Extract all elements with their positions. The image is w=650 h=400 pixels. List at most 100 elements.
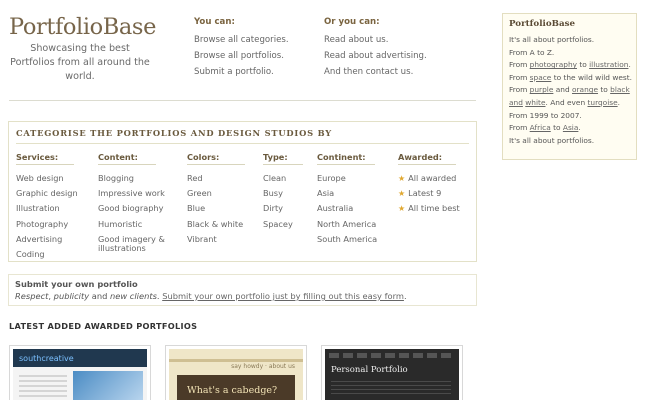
category-link[interactable]: Graphic design bbox=[16, 186, 78, 201]
category-link[interactable]: Good imagery & illustrations bbox=[98, 234, 170, 254]
thumb-text: creative bbox=[41, 354, 74, 363]
category-link[interactable]: Blogging bbox=[98, 171, 170, 186]
category-link[interactable]: Blue bbox=[187, 201, 245, 216]
thumb-text: south bbox=[19, 354, 42, 363]
category-link[interactable]: Black & white bbox=[187, 217, 245, 232]
nav-or-you-can: Or you can: Read about us. Read about ad… bbox=[324, 17, 427, 83]
category-link[interactable]: Spacey bbox=[263, 217, 303, 232]
category-content: Content: Blogging Impressive work Good b… bbox=[98, 152, 170, 254]
category-heading: Awarded: bbox=[398, 152, 456, 165]
sidebar-text: From bbox=[509, 85, 530, 95]
nav-link-advertising[interactable]: Read about advertising. bbox=[324, 51, 427, 67]
latest-portfolios-heading: Latest added awarded portfolios bbox=[9, 321, 198, 331]
submit-form-link[interactable]: Submit your own portfolio just by fillin… bbox=[162, 291, 404, 301]
sidebar-link[interactable]: Asia bbox=[563, 123, 579, 132]
category-link-latest[interactable]: ★ Latest 9 bbox=[398, 186, 460, 201]
sidebar-text: to bbox=[577, 60, 590, 70]
category-link[interactable]: Illustration bbox=[16, 201, 78, 216]
thumb-nav: say howdy · about us bbox=[231, 363, 295, 370]
logo-tagline: Showcasing the best Portfolios from all … bbox=[10, 43, 150, 82]
category-link-label: All awarded bbox=[408, 173, 457, 183]
sidebar-text: From bbox=[509, 60, 530, 70]
category-link[interactable]: Vibrant bbox=[187, 232, 245, 247]
sidebar-text: From bbox=[509, 123, 530, 133]
sidebar-link[interactable]: turqoise bbox=[587, 98, 617, 107]
sidebar-link[interactable]: Africa bbox=[530, 123, 551, 132]
category-link[interactable]: South America bbox=[317, 232, 377, 247]
sidebar-link[interactable]: photography bbox=[530, 60, 577, 69]
category-link[interactable]: Clean bbox=[263, 171, 303, 186]
category-link[interactable]: Europe bbox=[317, 171, 377, 186]
sidebar-title: PortfolioBase bbox=[509, 19, 576, 29]
sidebar-text: to the wild wild west. bbox=[551, 72, 633, 82]
category-type: Type: Clean Busy Dirty Spacey bbox=[263, 152, 303, 232]
thumb-hero: What's a cabedge? bbox=[177, 375, 295, 400]
nav-link-about[interactable]: Read about us. bbox=[324, 35, 427, 51]
sidebar-link[interactable]: orange bbox=[572, 85, 598, 94]
sidebar-text: From bbox=[509, 72, 530, 82]
sidebar-text: and bbox=[553, 85, 572, 95]
sidebar-link[interactable]: white bbox=[525, 98, 545, 107]
category-link-label: All time best bbox=[408, 203, 460, 214]
site-logo[interactable]: PortfolioBase Showcasing the best Portfo… bbox=[9, 14, 156, 84]
star-icon: ★ bbox=[398, 174, 406, 183]
sidebar-link[interactable]: space bbox=[530, 73, 552, 82]
category-colors: Colors: Red Green Blue Black & white Vib… bbox=[187, 152, 245, 247]
logo-title[interactable]: PortfolioBase bbox=[9, 14, 156, 40]
sidebar-link[interactable]: illustration bbox=[589, 60, 628, 69]
category-link[interactable]: North America bbox=[317, 217, 377, 232]
thumbnail-image: say howdy · about us What's a cabedge? bbox=[169, 349, 303, 400]
category-heading: Continent: bbox=[317, 152, 375, 165]
category-link[interactable]: Photography bbox=[16, 217, 78, 232]
sidebar-text: . bbox=[578, 123, 581, 133]
sidebar-link[interactable]: black bbox=[610, 85, 630, 94]
submit-title: Submit your own portfolio bbox=[15, 279, 138, 289]
star-icon: ★ bbox=[398, 189, 406, 199]
submit-text: new clients bbox=[110, 291, 157, 301]
category-link[interactable]: Red bbox=[187, 171, 245, 186]
category-link[interactable]: Australia bbox=[317, 201, 377, 216]
category-heading: Services: bbox=[16, 152, 74, 165]
thumb-title: Personal Portfolio bbox=[331, 365, 408, 375]
category-continent: Continent: Europe Asia Australia North A… bbox=[317, 152, 377, 247]
submit-text: . bbox=[403, 291, 407, 301]
nav-heading: Or you can: bbox=[324, 17, 380, 27]
category-link-awarded[interactable]: ★ All awarded bbox=[398, 171, 460, 186]
sidebar-text: . bbox=[617, 97, 620, 107]
category-link[interactable]: Busy bbox=[263, 186, 303, 201]
portfolio-thumbnail[interactable]: say howdy · about us What's a cabedge? bbox=[165, 345, 307, 400]
sidebar-link[interactable]: and bbox=[509, 98, 523, 107]
category-link[interactable]: Advertising bbox=[16, 232, 78, 247]
submit-text: and bbox=[89, 291, 110, 301]
submit-portfolio-box: Submit your own portfolio Respect, publi… bbox=[8, 274, 477, 306]
category-link[interactable]: Dirty bbox=[263, 201, 303, 216]
nav-link-submit-portfolio[interactable]: Submit a portfolio. bbox=[194, 67, 289, 83]
nav-link-contact[interactable]: And then contact us. bbox=[324, 67, 427, 83]
nav-link-browse-categories[interactable]: Browse all categories. bbox=[194, 35, 289, 51]
category-services: Services: Web design Graphic design Illu… bbox=[16, 152, 78, 262]
category-link[interactable]: Green bbox=[187, 186, 245, 201]
categorise-title: Categorise the portfolios and design stu… bbox=[16, 128, 332, 138]
sidebar-line: and white. And even turqoise. bbox=[509, 97, 630, 110]
sidebar-link[interactable]: purple bbox=[530, 85, 554, 94]
portfolio-thumbnail[interactable]: Personal Portfolio bbox=[321, 345, 463, 400]
star-icon: ★ bbox=[398, 204, 406, 214]
submit-text: Respect bbox=[15, 291, 49, 301]
thumbnail-image: southcreative bbox=[13, 349, 147, 400]
nav-link-browse-portfolios[interactable]: Browse all portfolios. bbox=[194, 51, 289, 67]
sidebar-line: It's all about portfolios. bbox=[509, 35, 595, 44]
sidebar-text: . And even bbox=[545, 97, 588, 107]
thumb-screenshot bbox=[73, 371, 143, 400]
sidebar-line: From A to Z. bbox=[509, 47, 555, 57]
category-heading: Content: bbox=[98, 152, 156, 165]
category-link[interactable]: Impressive work bbox=[98, 186, 170, 201]
category-link[interactable]: Asia bbox=[317, 186, 377, 201]
thumb-strip bbox=[169, 359, 303, 362]
category-link[interactable]: Humoristic bbox=[98, 217, 170, 232]
portfolio-thumbnail[interactable]: southcreative bbox=[9, 345, 151, 400]
category-link[interactable]: Coding bbox=[16, 247, 78, 262]
category-link[interactable]: Good biography bbox=[98, 201, 170, 216]
category-link-best[interactable]: ★ All time best bbox=[398, 201, 460, 216]
category-link[interactable]: Web design bbox=[16, 171, 78, 186]
nav-you-can: You can: Browse all categories. Browse a… bbox=[194, 17, 289, 83]
